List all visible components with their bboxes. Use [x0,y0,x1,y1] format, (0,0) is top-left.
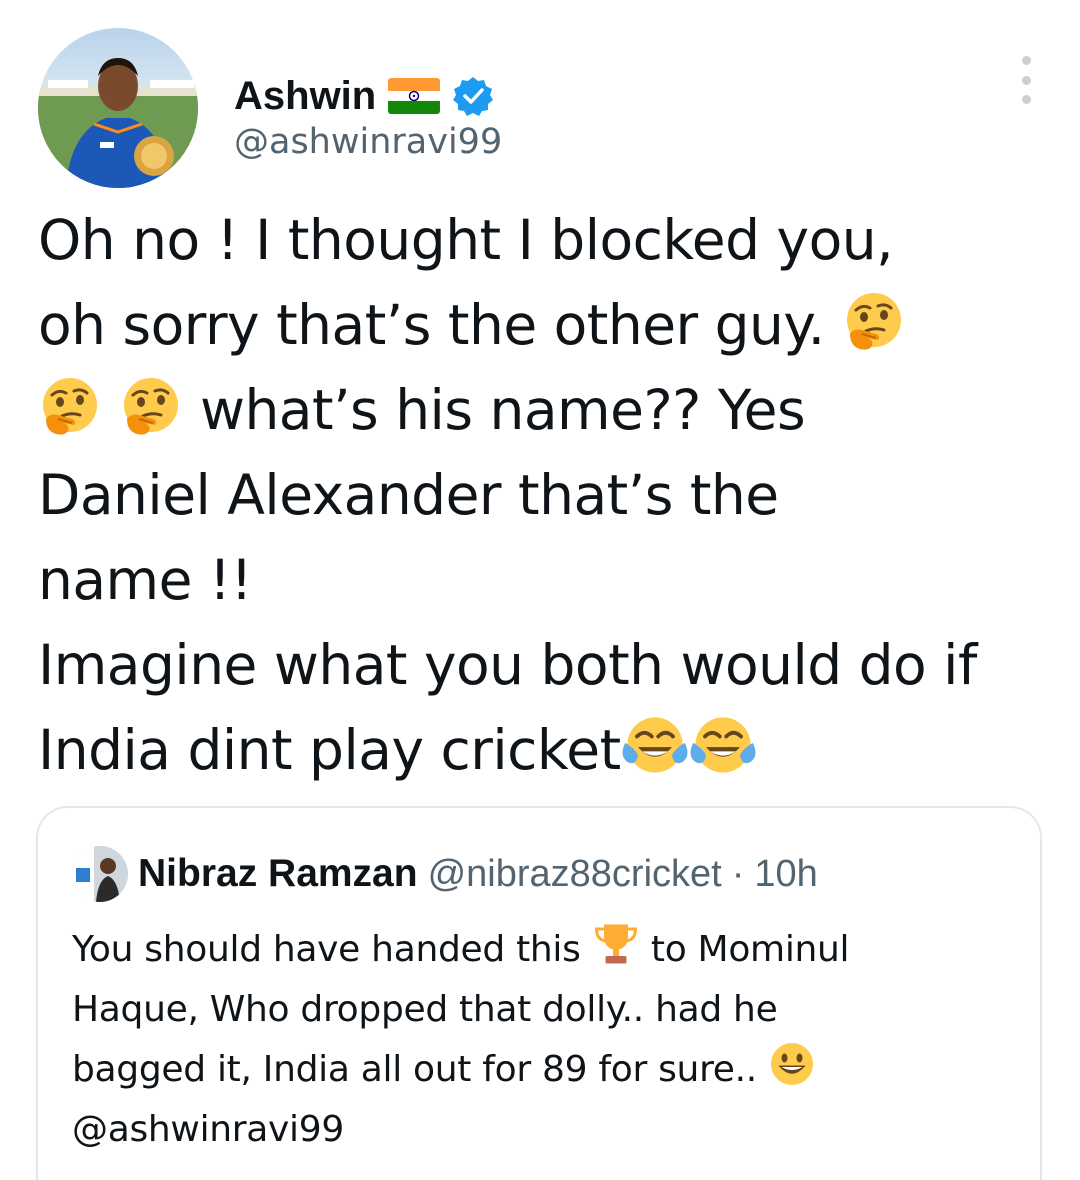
quoted-author-handle[interactable]: @nibraz88cricket [428,853,722,896]
tweet-line: Oh no ! I thought I blocked you, [38,198,1058,283]
quote-line-text: You should have handed this [72,929,581,970]
tears-of-joy-icon [621,711,689,779]
author-display-name[interactable]: Ashwin [234,74,376,118]
quoted-tweet-header: Nibraz Ramzan @nibraz88cricket · 10h [72,846,818,902]
quote-line-text: to Mominul [650,929,850,970]
tweet-line-text: Daniel Alexander that’s the [38,463,779,527]
tweet-line: Daniel Alexander that’s the [38,453,1058,538]
tweet-line-text: name !! [38,548,253,612]
india-flag-icon [388,78,441,114]
more-options-icon[interactable] [1014,56,1038,104]
tweet-line: Imagine what you both would do if [38,623,1058,708]
more-dot [1021,95,1031,104]
quote-mention[interactable]: @ashwinravi99 [72,1100,1022,1160]
author-name-row: Ashwin [234,74,494,118]
tweet-line-text: Oh no ! I thought I blocked you, [38,208,894,272]
quote-line: bagged it, India all out for 89 for sure… [72,1040,1022,1100]
trophy-icon [592,920,640,968]
smiley-face-icon [768,1040,816,1088]
tweet-line-text: Imagine what you both would do if [38,633,977,697]
separator-dot: · [731,852,745,895]
tweet-line-text: India dint play cricket [38,718,621,782]
tweet-line-text: what’s his name?? Yes [199,378,806,442]
quote-line-text: Haque, Who dropped that dolly.. had he [72,989,778,1030]
thinking-face-icon [842,290,906,354]
author-avatar[interactable] [38,28,198,188]
thinking-face-icon [119,375,183,439]
tears-of-joy-icon [689,711,757,779]
tweet-header: Ashwin @ashwinravi99 [38,28,1042,190]
tweet-body: Oh no ! I thought I blocked you, oh sorr… [38,198,1058,793]
more-dot [1021,56,1031,65]
tweet-line: name !! [38,538,1058,623]
tweet-line: what’s his name?? Yes [38,368,1058,453]
more-dot [1021,75,1031,85]
quoted-tweet-body: You should have handed this to Mominul H… [72,920,1022,1160]
quote-line: Haque, Who dropped that dolly.. had he [72,980,1022,1040]
quote-line-text: bagged it, India all out for 89 for sure… [72,1049,757,1090]
quoted-author-name[interactable]: Nibraz Ramzan [138,852,418,896]
verified-badge-icon [452,75,494,117]
quoted-author-avatar[interactable] [72,846,128,902]
mention-link[interactable]: @ashwinravi99 [72,1109,344,1150]
tweet-line: oh sorry that’s the other guy. [38,283,1058,368]
author-handle[interactable]: @ashwinravi99 [234,120,502,164]
thinking-face-icon [38,375,102,439]
tweet-line: India dint play cricket [38,708,1058,793]
quoted-tweet-timestamp[interactable]: 10h [754,853,817,896]
quoted-tweet-card[interactable]: Nibraz Ramzan @nibraz88cricket · 10h You… [36,806,1042,1180]
quote-line: You should have handed this to Mominul [72,920,1022,980]
tweet-line-text: oh sorry that’s the other guy. [38,293,825,357]
